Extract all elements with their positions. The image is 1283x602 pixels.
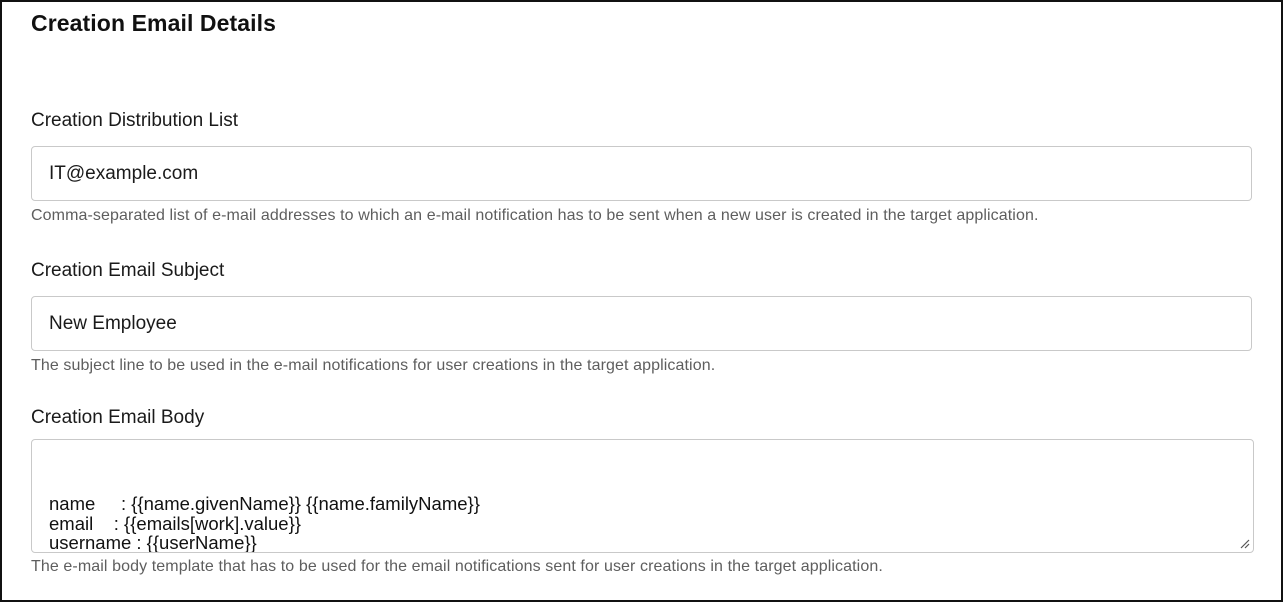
distribution-list-help: Comma-separated list of e-mail addresses… (31, 207, 1039, 224)
section-title: Creation Email Details (31, 10, 277, 36)
email-body-help: The e-mail body template that has to be … (31, 558, 883, 575)
email-body-textarea[interactable]: name : {{name.givenName}} {{name.familyN… (31, 439, 1254, 553)
email-subject-help: The subject line to be used in the e-mai… (31, 357, 716, 374)
resize-grip-icon[interactable] (1239, 538, 1250, 549)
distribution-list-input[interactable] (31, 146, 1252, 201)
email-subject-label: Creation Email Subject (31, 260, 225, 281)
email-subject-input[interactable] (31, 296, 1252, 351)
distribution-list-label: Creation Distribution List (31, 110, 238, 131)
email-body-label: Creation Email Body (31, 407, 205, 428)
email-details-panel: Creation Email Details Creation Distribu… (0, 0, 1283, 602)
email-body-text[interactable]: name : {{name.givenName}} {{name.familyN… (49, 494, 1236, 552)
